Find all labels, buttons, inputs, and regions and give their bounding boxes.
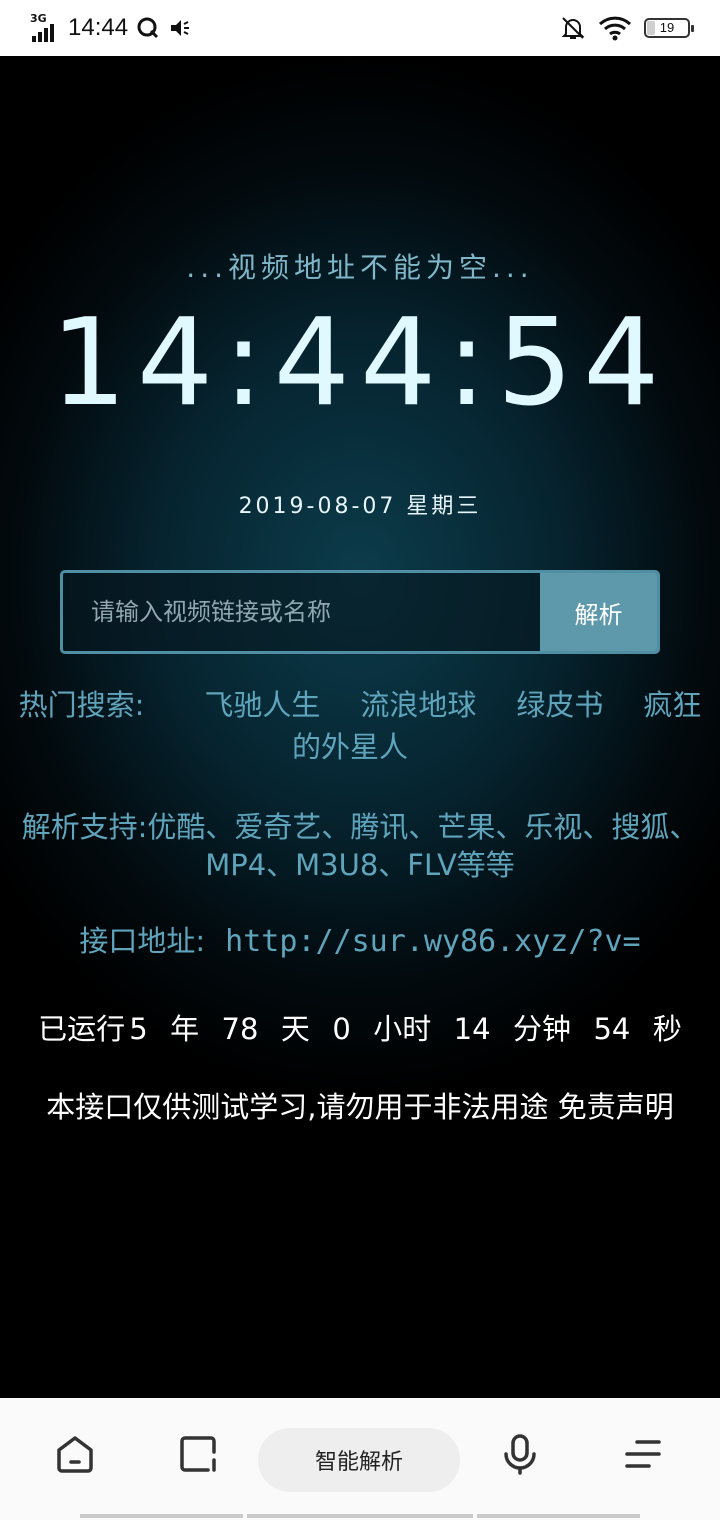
status-time: 14:44 — [68, 14, 129, 41]
hot-search-item[interactable]: 流浪地球 — [360, 688, 476, 722]
battery-level: 19 — [659, 20, 675, 35]
speaker-icon — [171, 20, 190, 36]
gesture-handles — [80, 1514, 640, 1518]
menu-icon — [625, 1440, 661, 1468]
disclaimer: 本接口仅供测试学习,请勿用于非法用途 免责声明 — [46, 1090, 674, 1124]
search-box: 解析 — [60, 570, 660, 654]
uptime-years: 5 — [129, 1012, 148, 1046]
tabs-icon — [180, 1436, 216, 1472]
uptime-years-unit: 年 — [170, 1012, 200, 1046]
main-panel: ...视频地址不能为空... 14:44:54 2019-08-07 星期三 解… — [0, 56, 720, 1398]
uptime-minutes: 14 — [453, 1012, 491, 1046]
wifi-icon — [598, 16, 632, 41]
uptime-hours-unit: 小时 — [373, 1012, 432, 1046]
uptime-prefix: 已运行 — [38, 1012, 126, 1046]
home-button[interactable] — [45, 1424, 105, 1484]
battery-fill — [647, 21, 655, 35]
home-icon — [57, 1436, 93, 1473]
digital-clock: 14:44:54 — [50, 294, 670, 433]
api-address: 接口地址: http://sur.wy86.xyz/?v= — [0, 918, 720, 960]
parse-button[interactable]: 解析 — [540, 573, 657, 651]
hot-searches: 热门搜索: 飞驰人生 流浪地球 绿皮书 疯狂的外星人 — [8, 684, 712, 768]
api-url: http://sur.wy86.xyz/?v= — [225, 924, 641, 959]
supported-sources: 解析支持:优酷、爱奇艺、腾讯、芒果、乐视、搜狐、MP4、M3U8、FLV等等 — [21, 810, 699, 882]
uptime-days-unit: 天 — [280, 1012, 310, 1046]
voice-button[interactable] — [490, 1424, 550, 1484]
hot-search-label: 热门搜索: — [18, 688, 145, 722]
menu-button[interactable] — [613, 1424, 673, 1484]
uptime-minutes-unit: 分钟 — [513, 1012, 572, 1046]
video-url-input[interactable] — [63, 573, 540, 651]
bottom-nav: 智能解析 — [0, 1398, 720, 1520]
smart-parse-button[interactable]: 智能解析 — [258, 1428, 460, 1492]
uptime-days: 78 — [221, 1012, 259, 1046]
search-notification-icon — [137, 17, 159, 39]
hot-search-item[interactable]: 飞驰人生 — [204, 688, 320, 722]
cellular-signal-icon: 3G — [30, 12, 60, 42]
mic-icon — [504, 1434, 536, 1475]
uptime-counter: 已运行 5 年 78 天 0 小时 14 分钟 54 秒 — [0, 1006, 720, 1048]
date-display: 2019-08-07 星期三 — [238, 494, 482, 519]
muted-bell-icon — [561, 17, 585, 39]
tabs-button[interactable] — [168, 1424, 228, 1484]
status-bar: 3G 14:44 19 — [0, 0, 720, 56]
hot-search-item[interactable]: 绿皮书 — [516, 688, 603, 722]
battery-icon: 19 — [644, 18, 694, 38]
uptime-seconds-unit: 秒 — [652, 1012, 682, 1046]
uptime-hours: 0 — [332, 1012, 351, 1046]
hot-search-item[interactable]: 疯狂的外星人 — [292, 688, 701, 764]
uptime-seconds: 54 — [593, 1012, 631, 1046]
api-address-label: 接口地址: — [79, 924, 206, 958]
empty-url-notice: ...视频地址不能为空... — [186, 251, 534, 284]
